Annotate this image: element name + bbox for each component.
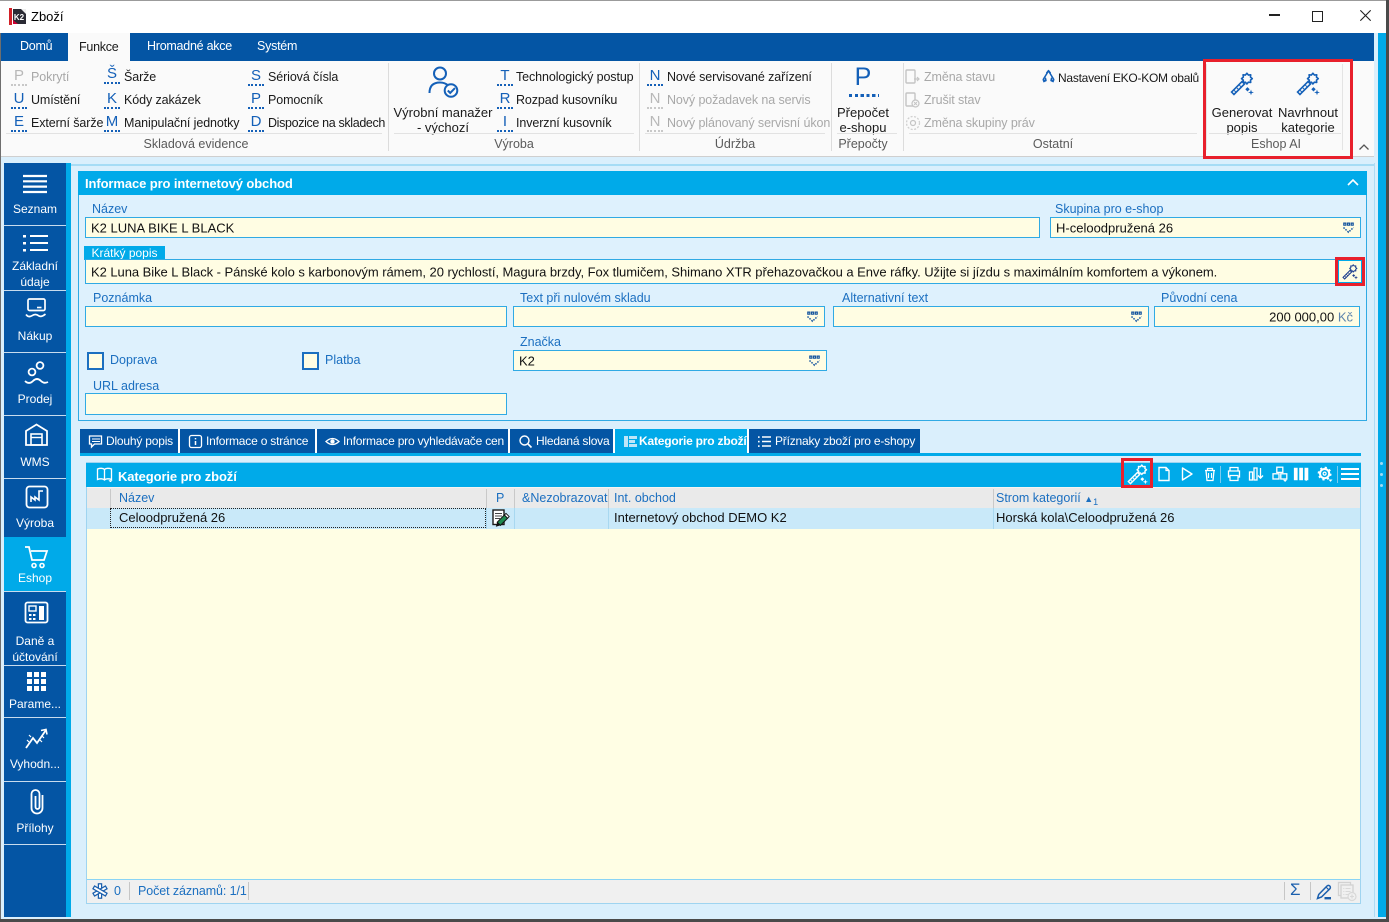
- svg-text:K2: K2: [14, 13, 25, 22]
